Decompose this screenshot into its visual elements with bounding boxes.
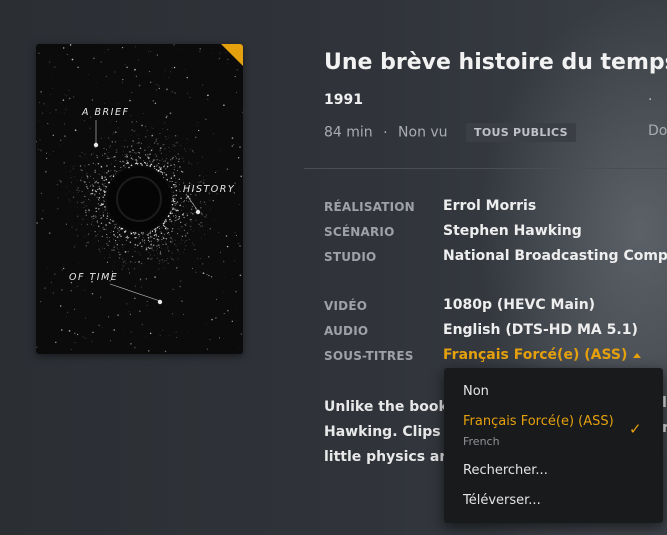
page-title: Une brève histoire du temps [324,50,667,75]
caret-up-icon [633,352,642,358]
meta-separator: · [383,124,388,141]
tech-label-audio: AUDIO [324,324,369,338]
subtitle-option-language: French [463,435,500,448]
duration: 84 min [324,124,373,141]
watch-status: Non vu [398,124,448,141]
credit-label-studio: STUDIO [324,250,377,264]
credit-value-studio[interactable]: National Broadcasting Company [443,248,667,264]
section-divider [304,168,667,169]
tech-value-audio[interactable]: English (DTS-HD MA 5.1) [443,322,638,338]
credit-label-director: RÉALISATION [324,200,415,214]
subtitle-option-none[interactable]: Non [463,384,489,399]
content-rating-badge: TOUS PUBLICS [466,123,576,142]
subtitle-option-french-forced[interactable]: Français Forcé(e) (ASS) [463,414,614,429]
meta-right-fragment: Do [648,123,667,139]
meta-row: 84 min · Non vu TOUS PUBLICS [324,123,576,142]
credit-value-writer[interactable]: Stephen Hawking [443,223,582,239]
poster-text-line3: OF TIME [69,272,119,283]
subtitle-dropdown-toggle[interactable]: Français Forcé(e) (ASS) [443,347,642,363]
credit-value-director[interactable]: Errol Morris [443,198,536,214]
tech-label-subtitles: SOUS-TITRES [324,349,414,363]
subtitle-menu: Non Français Forcé(e) (ASS) French ✓ Rec… [444,368,663,523]
subtitle-option-upload[interactable]: Téléverser... [463,493,541,508]
release-year: 1991 [324,92,363,108]
tech-label-video: VIDÉO [324,299,368,313]
subtitle-selected-value: Français Forcé(e) (ASS) [443,347,628,363]
poster-pointer-line [185,193,199,212]
checkmark-icon: ✓ [629,420,642,438]
poster-text-line2: HISTORY [183,184,236,195]
movie-poster[interactable]: A BRIEF HISTORY OF TIME [36,44,243,354]
poster-artwork [36,44,243,354]
poster-text-line1: A BRIEF [82,107,130,118]
poster-pointer-dot [157,299,163,305]
unwatched-corner-badge [221,44,243,66]
tech-value-video: 1080p (HEVC Main) [443,297,596,313]
poster-pointer-dot [195,209,201,215]
subtitle-option-search[interactable]: Rechercher... [463,463,548,478]
poster-pointer-dot [93,142,99,148]
credit-label-writer: SCÉNARIO [324,225,395,239]
year-dot: · [648,92,653,108]
